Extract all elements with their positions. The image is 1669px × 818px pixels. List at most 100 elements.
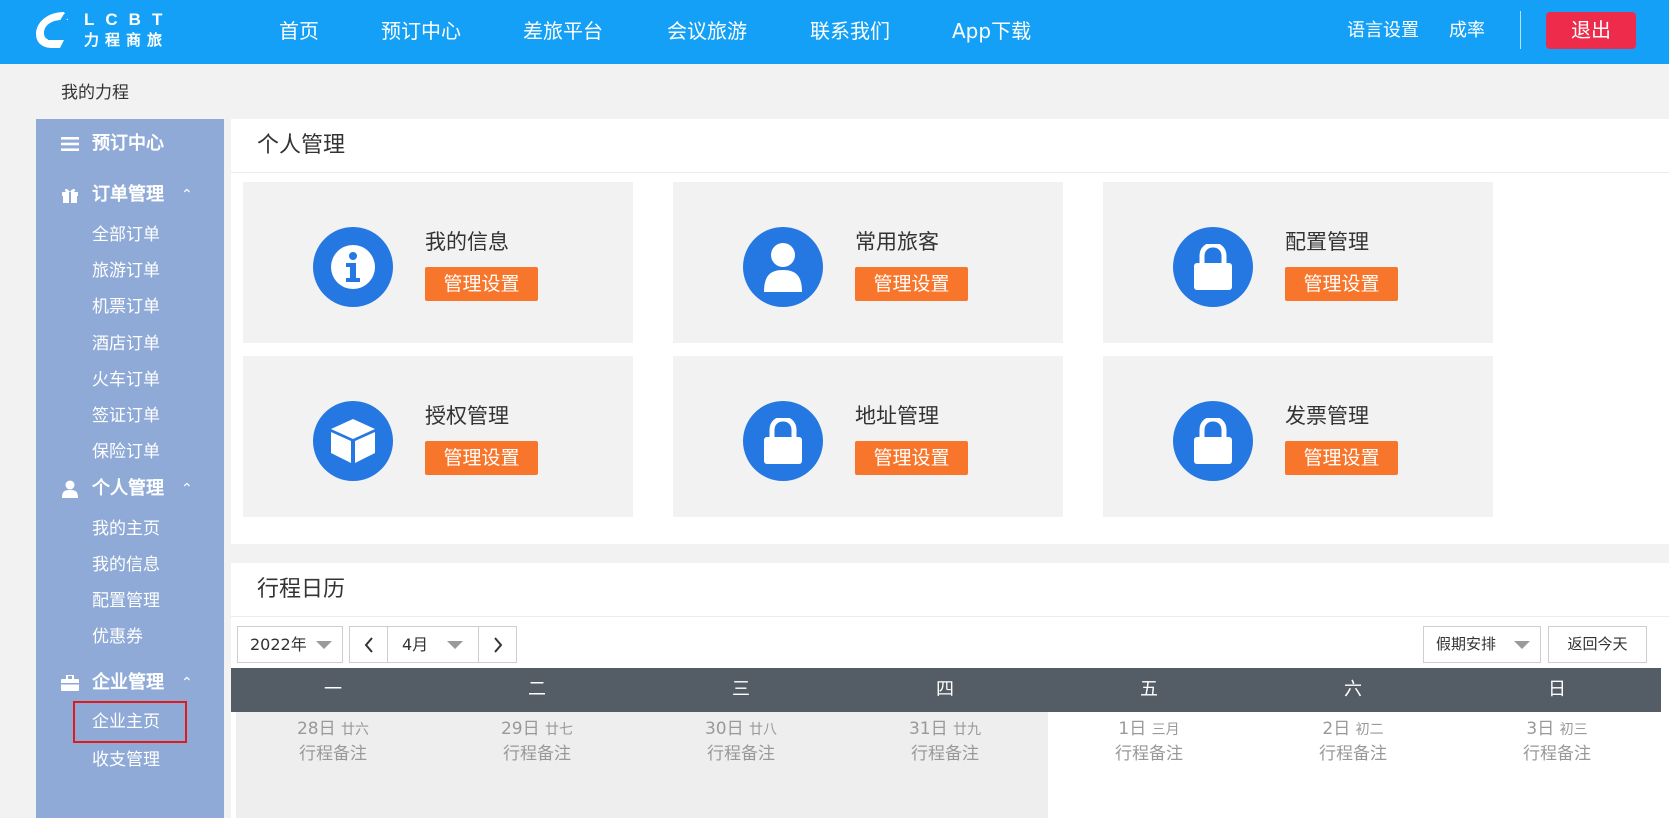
holiday-select[interactable]: 假期安排 <box>1423 626 1541 663</box>
sidebar-item-config-management[interactable]: 配置管理 <box>92 588 160 614</box>
chevron-left-icon[interactable] <box>350 627 388 662</box>
manage-settings-button[interactable]: 管理设置 <box>855 441 968 475</box>
logout-button[interactable]: 退出 <box>1546 12 1636 49</box>
calendar-day-cell[interactable]: 1日 三月 行程备注 <box>1047 717 1251 766</box>
month-picker: 4月 <box>349 626 517 663</box>
sidebar-item-flight-orders[interactable]: 机票订单 <box>92 294 160 320</box>
manage-settings-button[interactable]: 管理设置 <box>1285 267 1398 301</box>
lock-icon <box>743 401 823 481</box>
chevron-up-icon[interactable]: ⌃ <box>181 181 193 209</box>
lunar-date: 廿七 <box>545 722 574 738</box>
day-number: 28日 <box>296 719 336 739</box>
day-number: 1日 <box>1118 719 1147 739</box>
card-title: 发票管理 <box>1285 404 1369 428</box>
panel-title: 行程日历 <box>257 577 346 602</box>
sidebar-enterprise-management[interactable]: 企业管理 ⌃ <box>36 669 224 697</box>
sidebar-item-enterprise-homepage[interactable]: 企业主页 <box>73 701 187 743</box>
calendar-day-cell[interactable]: 3日 初三 行程备注 <box>1455 717 1659 766</box>
menu-icon <box>60 130 80 158</box>
card-frequent-travelers: 常用旅客 管理设置 <box>673 182 1063 343</box>
logo-mark <box>36 12 70 48</box>
lunar-date: 初二 <box>1355 722 1384 738</box>
nav-travel-platform[interactable]: 差旅平台 <box>523 18 603 44</box>
sidebar-item-my-homepage[interactable]: 我的主页 <box>92 516 160 542</box>
sidebar-personal-management[interactable]: 个人管理 ⌃ <box>36 475 224 503</box>
sidebar-item-coupons[interactable]: 优惠券 <box>92 624 143 650</box>
weekday-label: 日 <box>1548 679 1566 700</box>
sidebar-order-management[interactable]: 订单管理 ⌃ <box>36 181 224 209</box>
card-authorization-management: 授权管理 管理设置 <box>243 356 633 517</box>
month-select-value[interactable]: 4月 <box>402 627 428 662</box>
nav-app-download[interactable]: App下载 <box>952 18 1031 44</box>
dropdown-arrow-icon <box>1514 641 1530 649</box>
calendar-day-cell[interactable]: 2日 初二 行程备注 <box>1251 717 1455 766</box>
sidebar: 预订中心 订单管理 ⌃ 全部订单 旅游订单 机票订单 酒店订单 火车订单 签证订… <box>36 119 224 818</box>
calendar-day-cell[interactable]: 31日 廿九 行程备注 <box>843 717 1047 766</box>
chevron-up-icon[interactable]: ⌃ <box>181 669 193 697</box>
weekday-label: 四 <box>936 679 954 700</box>
itinerary-note[interactable]: 行程备注 <box>1251 742 1455 766</box>
lunar-date: 廿九 <box>953 722 982 738</box>
itinerary-note[interactable]: 行程备注 <box>1455 742 1659 766</box>
weekday-label: 一 <box>324 679 342 700</box>
lunar-date: 三月 <box>1151 722 1180 738</box>
sidebar-item-income-expense[interactable]: 收支管理 <box>92 747 160 773</box>
calendar-day-cell[interactable]: 30日 廿八 行程备注 <box>639 717 843 766</box>
year-select[interactable]: 2022年 <box>237 626 343 663</box>
day-number: 30日 <box>704 719 744 739</box>
breadcrumb: 我的力程 <box>61 83 129 103</box>
sidebar-item-hotel-orders[interactable]: 酒店订单 <box>92 331 160 357</box>
sidebar-enterprise-label: 企业管理 <box>92 672 164 693</box>
sidebar-orders-label: 订单管理 <box>92 184 164 205</box>
lock-icon <box>1173 227 1253 307</box>
nav-contact-us[interactable]: 联系我们 <box>810 18 890 44</box>
card-invoice-management: 发票管理 管理设置 <box>1103 356 1493 517</box>
chevron-up-icon[interactable]: ⌃ <box>181 475 193 503</box>
logo-cn-text: 力程商旅 <box>84 31 169 49</box>
sidebar-item-my-info[interactable]: 我的信息 <box>92 552 160 578</box>
sidebar-booking-center[interactable]: 预订中心 <box>36 130 224 158</box>
sidebar-item-train-orders[interactable]: 火车订单 <box>92 367 160 393</box>
sidebar-item-insurance-orders[interactable]: 保险订单 <box>92 439 160 465</box>
panel-title: 个人管理 <box>257 133 346 158</box>
chevron-right-icon[interactable] <box>478 627 516 662</box>
dropdown-arrow-icon <box>447 641 463 649</box>
sidebar-item-visa-orders[interactable]: 签证订单 <box>92 403 160 429</box>
itinerary-note[interactable]: 行程备注 <box>231 742 435 766</box>
nav-booking-center[interactable]: 预订中心 <box>381 18 461 44</box>
nav-divider <box>1520 11 1521 49</box>
calendar-day-cell[interactable]: 28日 廿六 行程备注 <box>231 717 435 766</box>
weekday-header: 一 二 三 四 五 六 日 <box>231 668 1661 712</box>
year-select-value: 2022年 <box>250 635 307 654</box>
manage-settings-button[interactable]: 管理设置 <box>1285 441 1398 475</box>
weekday-label: 六 <box>1344 679 1362 700</box>
logo[interactable]: LCBT 力程商旅 <box>34 10 174 50</box>
holiday-select-value: 假期安排 <box>1436 635 1497 653</box>
divider <box>231 616 1669 617</box>
itinerary-note[interactable]: 行程备注 <box>1047 742 1251 766</box>
sidebar-item-tour-orders[interactable]: 旅游订单 <box>92 258 160 284</box>
itinerary-note[interactable]: 行程备注 <box>639 742 843 766</box>
itinerary-note[interactable]: 行程备注 <box>435 742 639 766</box>
card-title: 地址管理 <box>855 404 939 428</box>
card-my-info: 我的信息 管理设置 <box>243 182 633 343</box>
sidebar-item-all-orders[interactable]: 全部订单 <box>92 222 160 248</box>
card-config-management: 配置管理 管理设置 <box>1103 182 1493 343</box>
info-icon <box>313 227 393 307</box>
itinerary-note[interactable]: 行程备注 <box>843 742 1047 766</box>
nav-home[interactable]: 首页 <box>279 18 319 44</box>
manage-settings-button[interactable]: 管理设置 <box>425 267 538 301</box>
dropdown-arrow-icon <box>316 641 332 649</box>
back-to-today-button[interactable]: 返回今天 <box>1548 626 1647 663</box>
user-name-link[interactable]: 成率 <box>1449 19 1485 43</box>
card-title: 授权管理 <box>425 404 509 428</box>
manage-settings-button[interactable]: 管理设置 <box>855 267 968 301</box>
day-number: 2日 <box>1322 719 1351 739</box>
manage-settings-button[interactable]: 管理设置 <box>425 441 538 475</box>
language-settings-link[interactable]: 语言设置 <box>1347 19 1419 43</box>
divider <box>231 172 1669 173</box>
calendar-day-cell[interactable]: 29日 廿七 行程备注 <box>435 717 639 766</box>
top-nav-bar: LCBT 力程商旅 首页 预订中心 差旅平台 会议旅游 联系我们 App下载 语… <box>0 0 1669 64</box>
nav-meeting-travel[interactable]: 会议旅游 <box>667 18 747 44</box>
briefcase-icon <box>60 669 80 697</box>
